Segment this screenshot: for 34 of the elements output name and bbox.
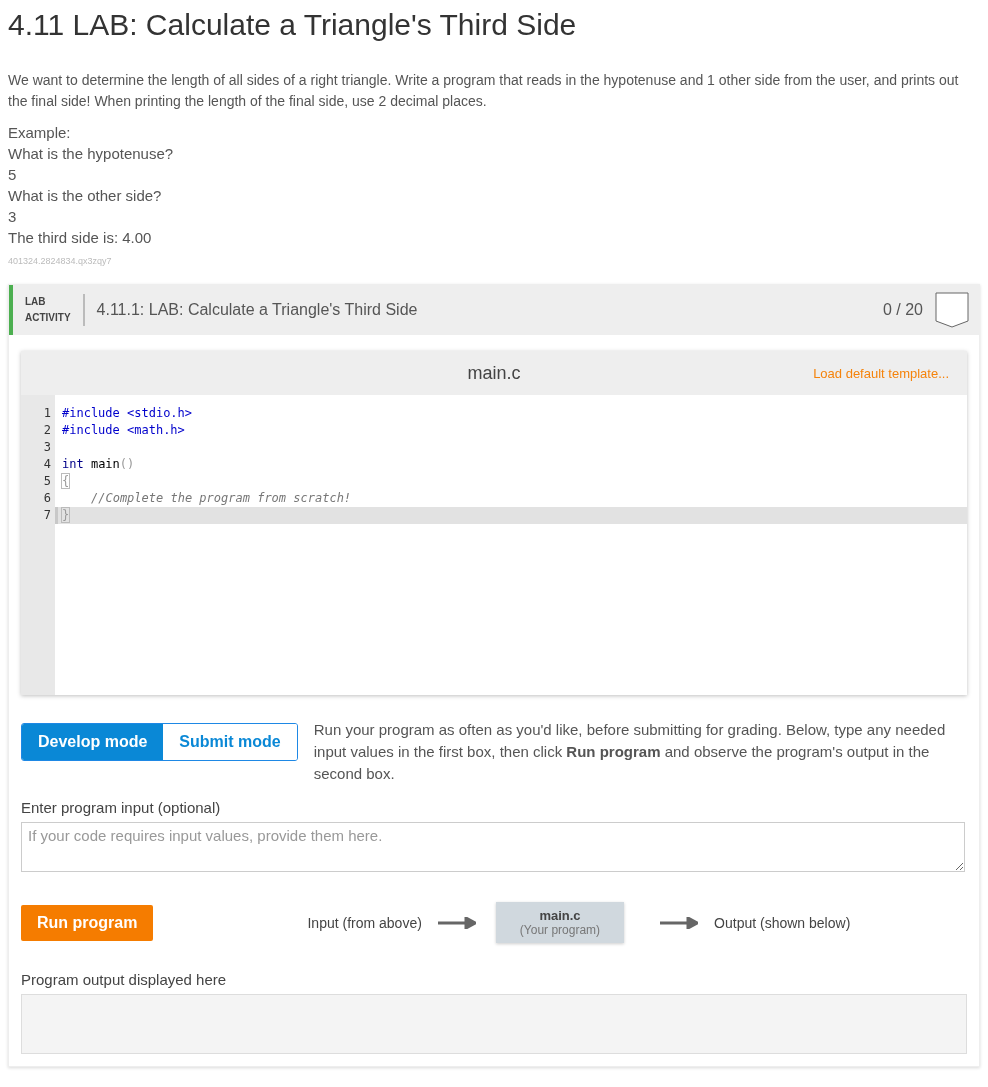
load-template-link[interactable]: Load default template... xyxy=(813,365,949,381)
line-number: 2 xyxy=(42,422,52,439)
example-text: What is the other side? xyxy=(8,186,163,206)
file-name: main.c xyxy=(467,362,521,384)
input-field[interactable]: If your code requires input values, provide them here. xyxy=(21,822,965,872)
run-program-button[interactable]: Run program xyxy=(21,904,154,941)
program-subtitle: (Your program) xyxy=(519,923,601,937)
activity-title: 4.11.1: LAB: Calculate a Triangle's Third Side xyxy=(96,301,419,319)
output-label: Program output displayed here xyxy=(21,971,228,988)
flow-output-text: Output (shown below) xyxy=(714,914,851,931)
lab-activity-label: LAB ACTIVITY xyxy=(25,294,85,326)
line-number: 5 xyxy=(42,473,52,490)
example-text: What is the hypotenuse? xyxy=(8,144,175,164)
line-number: 6 xyxy=(42,490,52,507)
example-text: 5 xyxy=(8,165,18,185)
line-number: 3 xyxy=(42,439,52,456)
badge-icon xyxy=(935,292,969,328)
line-number: 1 xyxy=(42,405,52,422)
example-text: 3 xyxy=(8,207,18,227)
flow-input-text: Input (from above) xyxy=(307,914,422,931)
input-label: Enter program input (optional) xyxy=(21,799,222,816)
page-title: 4.11 LAB: Calculate a Triangle's Third Side xyxy=(8,8,578,42)
arrow-icon xyxy=(660,916,699,929)
line-number: 4 xyxy=(42,456,52,473)
score-text: 0 / 20 xyxy=(882,301,923,319)
mode-help-text: Run your program as often as you'd like, before submitting for grading. Below, type any needed input values in the first box, then click Run program and observe the program's output in the second box. xyxy=(313,720,947,784)
lab-id-text: 401324.2824834.qx3zqy7 xyxy=(8,256,113,266)
program-name: main.c xyxy=(538,908,582,923)
arrow-icon xyxy=(437,916,476,929)
description-text: We want to determine the length of all sides of a right triangle. Write a program that reads in the hypotenuse and 1 other side from the user, and prints out the final side! When printing the length of the final side, use 2 decimal places. xyxy=(8,71,960,111)
mode-tab[interactable]: Develop mode xyxy=(22,724,164,760)
example-text: The third side is: 4.00 xyxy=(8,228,153,248)
line-number: 7 xyxy=(42,507,52,524)
example-text: Example: xyxy=(8,123,72,143)
